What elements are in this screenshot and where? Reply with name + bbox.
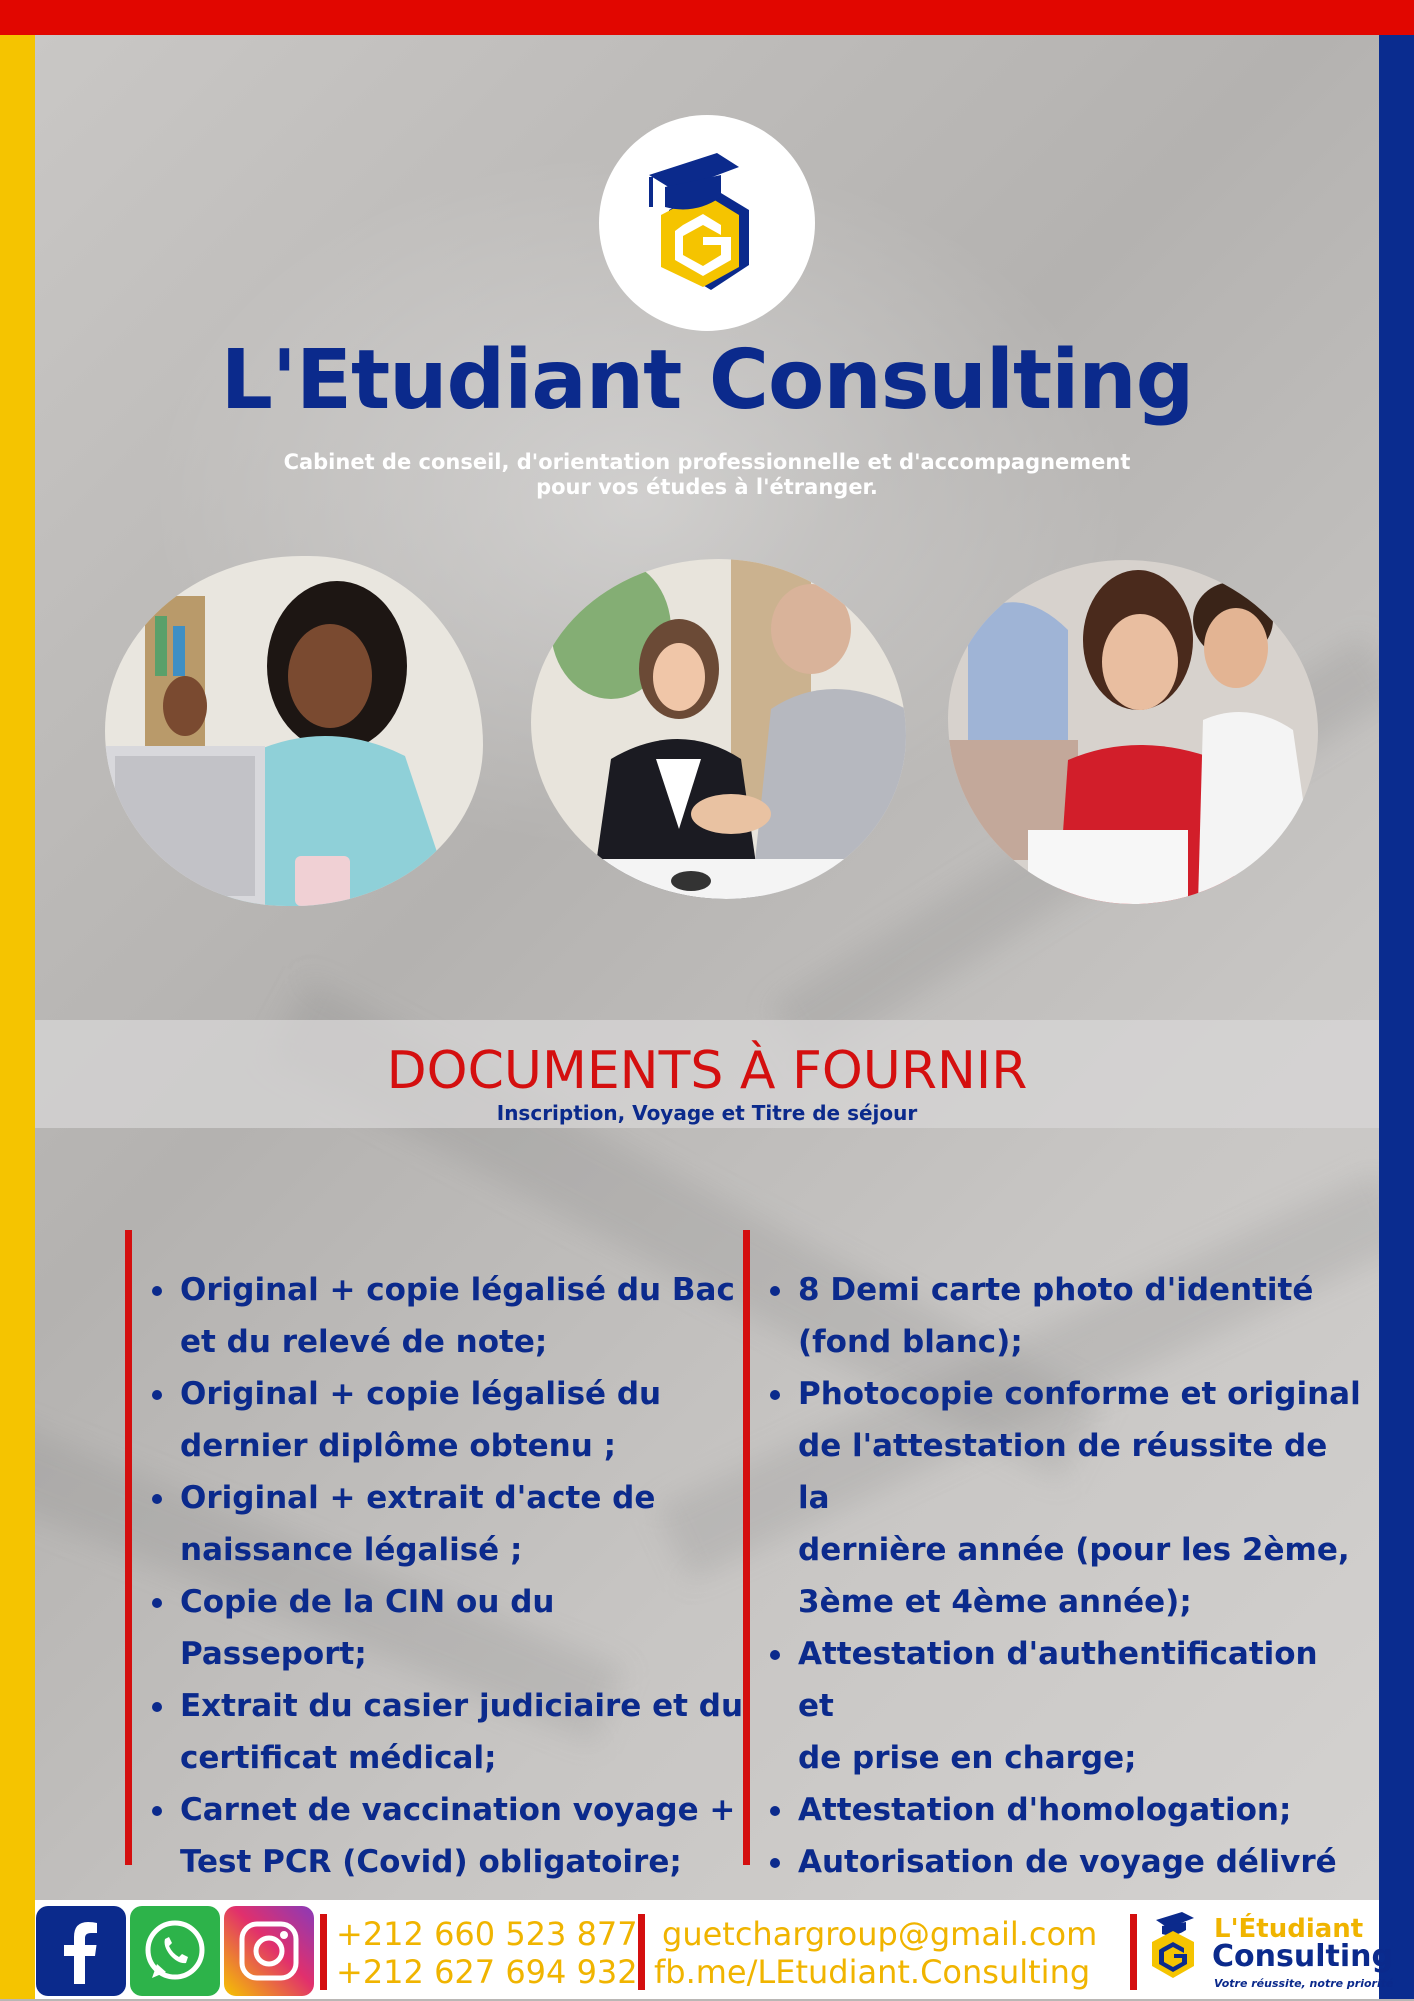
footer-brand-name-2: Consulting xyxy=(1212,1939,1393,1974)
documents-title: DOCUMENTS À FOURNIR xyxy=(386,1041,1028,1101)
list-item: Attestation d'authentification et de pris… xyxy=(764,1628,1364,1784)
top-red-border xyxy=(0,0,1414,35)
list-item: Photocopie conforme et original de l'atte… xyxy=(764,1368,1364,1628)
phone-number-2[interactable]: +212 627 694 932 xyxy=(336,1953,638,1991)
footer-divider xyxy=(638,1914,645,1990)
list-item: Copie de la CIN ou du Passeport; xyxy=(146,1576,746,1680)
list-item: Attestation d'homologation; xyxy=(764,1784,1364,1836)
documents-subtitle: Inscription, Voyage et Titre de séjour xyxy=(496,1101,918,1125)
footer-brand-tagline: Votre réussite, notre priorité xyxy=(1214,1977,1394,1990)
facebook-link[interactable]: fb.me/LEtudiant.Consulting xyxy=(654,1953,1097,1991)
tagline-line-1: Cabinet de conseil, d'orientation profes… xyxy=(283,450,1131,474)
phone-numbers: +212 660 523 877 +212 627 694 932 xyxy=(336,1915,638,1991)
footer-divider xyxy=(320,1914,327,1990)
footer-logo xyxy=(1142,1906,1204,1984)
whatsapp-icon[interactable] xyxy=(130,1906,220,1996)
left-yellow-border xyxy=(0,35,35,1999)
company-tagline: Cabinet de conseil, d'orientation profes… xyxy=(260,450,1154,500)
left-list-divider xyxy=(125,1230,132,1865)
list-item: Original + extrait d'acte de naissance lé… xyxy=(146,1472,746,1576)
list-item: Original + copie légalisé du dernier dipl… xyxy=(146,1368,746,1472)
list-item: Extrait du casier judiciaire et du certif… xyxy=(146,1680,746,1784)
list-item: 8 Demi carte photo d'identité (fond blanc… xyxy=(764,1264,1364,1368)
list-item: Original + copie légalisé du Bac et du re… xyxy=(146,1264,746,1368)
documents-list-left: Original + copie légalisé du Bac et du re… xyxy=(146,1264,746,1888)
graduation-cap-g-logo-icon xyxy=(649,153,749,290)
list-item: Carnet de vaccination voyage + Test PCR (… xyxy=(146,1784,746,1888)
tagline-line-2: pour vos études à l'étranger. xyxy=(536,475,878,499)
graduation-cap-g-logo-icon xyxy=(1152,1912,1194,1978)
student-with-laptop-photo xyxy=(105,556,483,906)
phone-number-1[interactable]: +212 660 523 877 xyxy=(336,1915,638,1953)
facebook-icon[interactable] xyxy=(36,1906,126,1996)
company-title: L'Etudiant Consulting xyxy=(220,333,1195,428)
email-link[interactable]: guetchargroup@gmail.com xyxy=(654,1915,1097,1953)
instagram-icon[interactable] xyxy=(224,1906,314,1996)
online-contacts: guetchargroup@gmail.com fb.me/LEtudiant.… xyxy=(654,1915,1097,1991)
logo-badge xyxy=(599,115,815,331)
footer-divider xyxy=(1130,1914,1137,1990)
documents-list-right: 8 Demi carte photo d'identité (fond blanc… xyxy=(764,1264,1364,1940)
right-blue-border xyxy=(1379,35,1414,1999)
